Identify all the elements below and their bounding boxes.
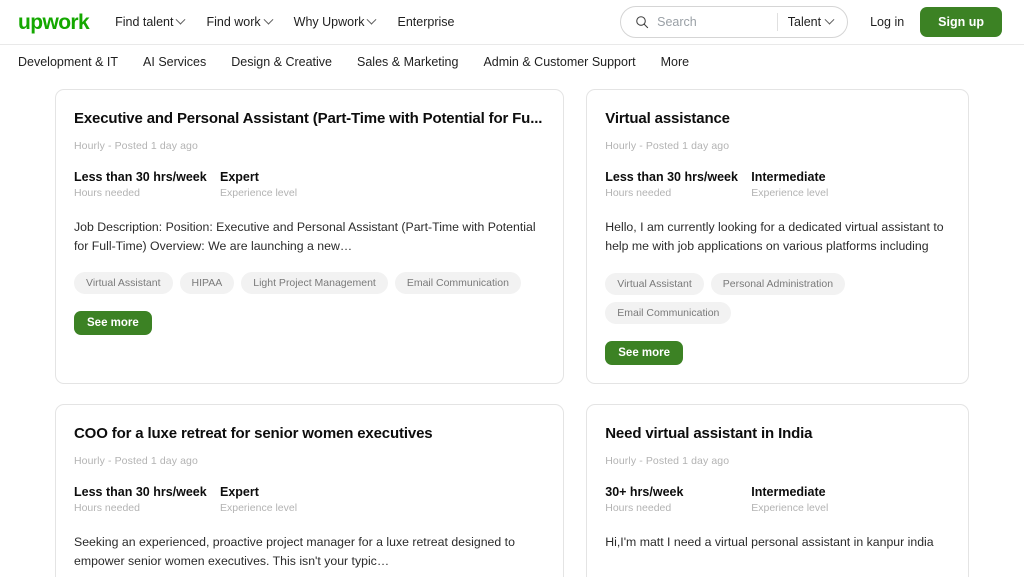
job-card[interactable]: Executive and Personal Assistant (Part-T…	[55, 89, 565, 384]
job-tag[interactable]: Light Project Management	[241, 271, 388, 294]
job-card[interactable]: COO for a luxe retreat for senior women …	[55, 403, 565, 577]
nav-item-find-talent[interactable]: Find talent	[115, 14, 186, 29]
stat-experience-value: Expert	[220, 484, 259, 499]
job-meta: Hourly - Posted 1 day ago	[605, 454, 730, 467]
nav-item-find-talent-label: Find talent	[115, 15, 174, 29]
search-scope-label: Talent	[787, 15, 822, 29]
job-tag-list: Virtual Assistant HIPAA Light Project Ma…	[74, 271, 542, 294]
stat-experience: Intermediate Experience level	[751, 170, 897, 199]
job-title[interactable]: COO for a luxe retreat for senior women …	[74, 425, 542, 444]
category-item-ai-services[interactable]: AI Services	[143, 55, 206, 69]
stat-hours: 30+ hrs/week Hours needed	[605, 485, 751, 514]
stat-hours-label: Hours needed	[605, 501, 672, 514]
job-meta: Hourly - Posted 1 day ago	[74, 454, 198, 467]
job-description: Hello, I am currently looking for a dedi…	[605, 219, 944, 254]
stat-hours-label: Hours needed	[74, 501, 140, 514]
chevron-down-icon	[824, 14, 835, 25]
search-bar[interactable]: Talent	[620, 6, 849, 38]
job-tag[interactable]: Email Communication	[394, 271, 521, 294]
job-tag[interactable]: Email Communication	[605, 301, 732, 324]
job-title[interactable]: Virtual assistance	[605, 110, 947, 129]
job-title[interactable]: Executive and Personal Assistant (Part-T…	[74, 110, 542, 129]
search-icon	[636, 16, 649, 29]
search-divider	[777, 13, 778, 31]
job-tag[interactable]: HIPAA	[179, 271, 235, 294]
job-tag[interactable]: Personal Administration	[710, 272, 846, 295]
stat-hours-value: Less than 30 hrs/week	[74, 169, 207, 184]
log-in-link[interactable]: Log in	[870, 15, 904, 29]
search-input[interactable]	[657, 15, 774, 29]
stat-hours: Less than 30 hrs/week Hours needed	[74, 485, 220, 514]
category-nav: Development & IT AI Services Design & Cr…	[0, 45, 1024, 78]
job-meta: Hourly - Posted 1 day ago	[74, 139, 198, 152]
see-more-button[interactable]: See more	[605, 340, 684, 365]
upwork-logo[interactable]: upwork	[18, 12, 90, 33]
chevron-down-icon	[367, 14, 377, 25]
stat-hours-value: Less than 30 hrs/week	[74, 484, 207, 499]
sign-up-button[interactable]: Sign up	[920, 7, 1002, 37]
job-card[interactable]: Need virtual assistant in India Hourly -…	[586, 403, 969, 577]
nav-item-enterprise[interactable]: Enterprise	[397, 15, 454, 29]
job-stats: 30+ hrs/week Hours needed Intermediate E…	[605, 485, 947, 514]
job-description: Hi,I'm matt I need a virtual personal as…	[605, 534, 934, 549]
stat-hours: Less than 30 hrs/week Hours needed	[74, 170, 220, 199]
stat-hours-label: Hours needed	[74, 186, 140, 199]
stat-hours-value: Less than 30 hrs/week	[605, 169, 738, 184]
stat-experience-value: Intermediate	[751, 169, 826, 184]
job-meta: Hourly - Posted 1 day ago	[605, 139, 730, 152]
top-header: upwork Find talent Find work Why Upwork …	[0, 0, 1024, 45]
category-item-more[interactable]: More	[661, 55, 689, 69]
stat-experience-value: Expert	[220, 169, 259, 184]
chevron-down-icon	[263, 14, 274, 25]
category-item-development-it[interactable]: Development & IT	[18, 55, 118, 69]
stat-hours: Less than 30 hrs/week Hours needed	[605, 170, 751, 199]
nav-item-why-upwork-label: Why Upwork	[293, 15, 365, 29]
category-item-admin-support[interactable]: Admin & Customer Support	[483, 55, 635, 69]
category-item-design-creative[interactable]: Design & Creative	[231, 55, 332, 69]
nav-item-why-upwork[interactable]: Why Upwork	[293, 14, 377, 29]
stat-experience-label: Experience level	[751, 501, 829, 514]
job-tag[interactable]: Virtual Assistant	[74, 271, 173, 294]
stat-experience-label: Experience level	[220, 186, 298, 199]
search-scope-dropdown[interactable]: Talent	[787, 14, 841, 29]
job-title[interactable]: Need virtual assistant in India	[605, 425, 947, 444]
job-card[interactable]: Virtual assistance Hourly - Posted 1 day…	[586, 89, 969, 384]
job-stats: Less than 30 hrs/week Hours needed Inter…	[605, 170, 947, 199]
job-listing-grid: Executive and Personal Assistant (Part-T…	[0, 78, 1024, 577]
nav-item-enterprise-label: Enterprise	[397, 15, 455, 29]
stat-experience: Expert Experience level	[220, 485, 366, 514]
job-tag-list: Virtual Assistant Personal Administratio…	[605, 272, 947, 324]
stat-experience: Intermediate Experience level	[751, 485, 897, 514]
stat-experience-value: Intermediate	[751, 484, 826, 499]
stat-hours-value: 30+ hrs/week	[605, 484, 684, 499]
stat-experience-label: Experience level	[751, 186, 829, 199]
see-more-button[interactable]: See more	[74, 310, 152, 335]
job-stats: Less than 30 hrs/week Hours needed Exper…	[74, 485, 542, 514]
stat-experience: Expert Experience level	[220, 170, 366, 199]
nav-item-find-work[interactable]: Find work	[206, 14, 274, 29]
job-description: Job Description: Position: Executive and…	[74, 219, 536, 254]
job-tag[interactable]: Virtual Assistant	[605, 272, 704, 295]
job-description: Seeking an experienced, proactive projec…	[74, 534, 515, 568]
stat-hours-label: Hours needed	[605, 186, 672, 199]
job-stats: Less than 30 hrs/week Hours needed Exper…	[74, 170, 542, 199]
nav-item-find-work-label: Find work	[206, 15, 261, 29]
primary-nav: Find talent Find work Why Upwork Enterpr…	[115, 14, 454, 29]
stat-experience-label: Experience level	[220, 501, 298, 514]
header-right: Talent Log in Sign up	[620, 6, 1002, 38]
chevron-down-icon	[176, 14, 186, 25]
category-item-sales-marketing[interactable]: Sales & Marketing	[357, 55, 458, 69]
